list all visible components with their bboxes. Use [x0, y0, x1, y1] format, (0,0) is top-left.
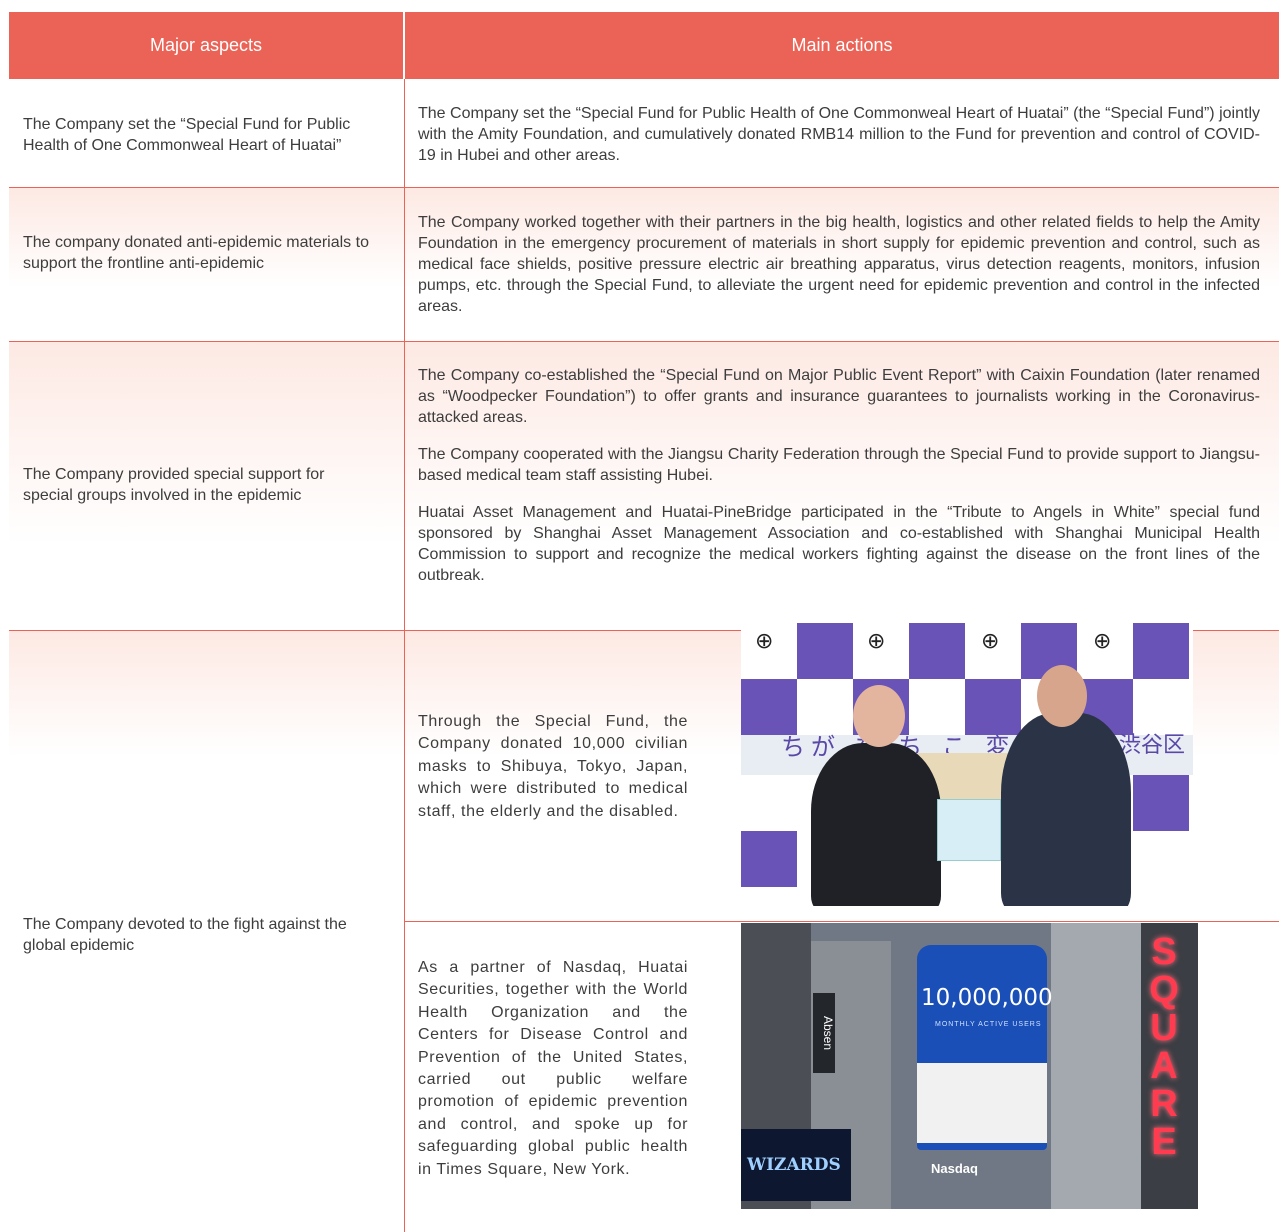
column-divider: [404, 79, 405, 1232]
header-main-actions: Main actions: [405, 12, 1279, 79]
nasdaq-caption: As a partner of Nasdaq, Huatai Securitie…: [418, 959, 688, 1178]
woman-figure: [811, 743, 941, 906]
crest-icon: ⊕: [981, 629, 1000, 654]
crest-icon: ⊕: [867, 629, 886, 654]
action-text: The Company cooperated with the Jiangsu …: [418, 446, 1260, 484]
aspect-text: The Company provided special support for…: [23, 465, 325, 504]
row-1-aspect: The Company set the “Special Fund for Pu…: [23, 103, 378, 166]
row-3-actions: The Company co-established the “Special …: [418, 365, 1260, 602]
crest-icon: ⊕: [755, 629, 774, 654]
nasdaq-logo: Nasdaq: [931, 1161, 978, 1176]
action-text: The Company worked together with their p…: [418, 214, 1260, 315]
row-2-aspect: The company donated anti-epidemic materi…: [23, 188, 378, 318]
crest-icon: ⊕: [1093, 629, 1112, 654]
shibuya-donation-photo: ⊕ ⊕ ⊕ ⊕ ちが を ち こ 変 渋谷区: [741, 623, 1193, 906]
row-divider: [405, 921, 1279, 922]
mask-package: [937, 799, 1001, 861]
action-text: The Company set the “Special Fund for Pu…: [418, 105, 1260, 164]
row-3-aspect: The Company provided special support for…: [23, 342, 378, 627]
action-text: Huatai Asset Management and Huatai-PineB…: [418, 504, 1260, 584]
man-figure: [1001, 713, 1131, 906]
aspect-text: The Company devoted to the fight against…: [23, 915, 347, 954]
square-neon-sign: SQUARE: [1149, 931, 1179, 1163]
woman-head: [853, 685, 905, 747]
shibuya-caption: Through the Special Fund, the Company do…: [418, 713, 688, 820]
nasdaq-tower: 10,000,000 MONTHLY ACTIVE USERS: [917, 945, 1053, 1150]
aspect-text: The Company set the “Special Fund for Pu…: [23, 115, 351, 154]
header-major-aspects: Major aspects: [9, 12, 403, 79]
row-1-actions: The Company set the “Special Fund for Pu…: [418, 103, 1260, 182]
aspect-text: The company donated anti-epidemic materi…: [23, 234, 369, 272]
shibuya-ward-label: 渋谷区: [1119, 732, 1186, 757]
wizards-billboard: WIZARDS: [741, 1129, 851, 1201]
row-4-aspect: The Company devoted to the fight against…: [23, 637, 378, 1232]
times-square-photo: Absen 10,000,000 MONTHLY ACTIVE USERS Na…: [741, 923, 1198, 1209]
action-text: The Company co-established the “Special …: [418, 367, 1260, 426]
row-2-actions: The Company worked together with their p…: [418, 212, 1260, 333]
man-head: [1037, 665, 1087, 727]
